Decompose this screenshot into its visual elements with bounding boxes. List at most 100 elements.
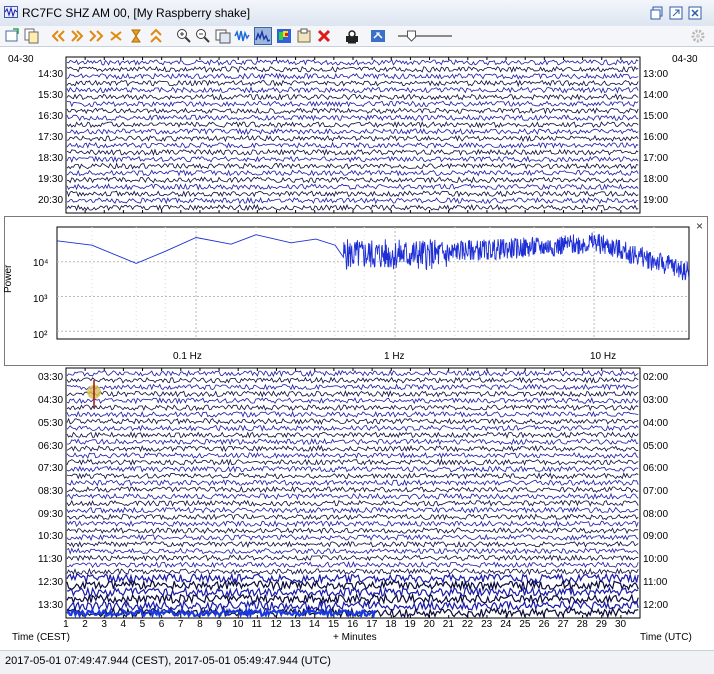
- status-timestamp: 2017-05-01 07:49:47.944 (CEST), 2017-05-…: [5, 655, 331, 667]
- expand-icon[interactable]: [128, 28, 144, 44]
- top-left-time-1830: 18:30: [38, 153, 64, 165]
- psd-xtick-10hz: 10 Hz: [590, 351, 617, 362]
- spectrogram-icon[interactable]: [276, 28, 292, 44]
- top-left-time-2030: 20:30: [38, 195, 64, 207]
- minute-tick-30: 30: [615, 619, 627, 630]
- top-right-time-1300: 13:00: [643, 68, 669, 80]
- bottom-right-time-0400: 04:00: [643, 417, 669, 429]
- bottom-left-time-0630: 06:30: [38, 440, 64, 452]
- bottom-left-time-0430: 04:30: [38, 395, 64, 407]
- new-window-icon[interactable]: [4, 28, 20, 44]
- top-left-time-1530: 15:30: [38, 89, 64, 101]
- minute-tick-21: 21: [442, 619, 454, 630]
- top-left-time-1630: 16:30: [38, 110, 64, 122]
- filter-icon[interactable]: [234, 28, 250, 44]
- bottom-left-time-0330: 03:30: [38, 372, 64, 384]
- bottom-right-time-0700: 07:00: [643, 486, 669, 497]
- export-icon[interactable]: [296, 28, 312, 44]
- bottom-right-time-0600: 06:00: [643, 463, 669, 475]
- minute-tick-20: 20: [423, 619, 435, 630]
- restore-icon[interactable]: [650, 6, 664, 20]
- bottom-right-time-0800: 08:00: [643, 508, 669, 520]
- minute-tick-18: 18: [385, 619, 397, 630]
- psd-ytick-1e3: 10³: [33, 294, 48, 305]
- bottom-left-time-0930: 09:30: [38, 508, 64, 520]
- minute-tick-5: 5: [139, 619, 146, 630]
- time-cest-label: Time (CEST): [12, 632, 70, 643]
- minute-tick-8: 8: [197, 619, 203, 630]
- minute-tick-26: 26: [538, 619, 550, 630]
- top-left-time-1930: 19:30: [38, 174, 64, 186]
- bottom-right-time-1000: 10:00: [643, 554, 669, 566]
- top-date-right: 04-30: [672, 54, 698, 65]
- bottom-right-time-0900: 09:00: [643, 531, 669, 543]
- title-bar: RC7FC SHZ AM 00, [My Raspberry shake]: [0, 0, 714, 27]
- spectrum-icon[interactable]: [254, 27, 272, 45]
- bottom-left-time-0730: 07:30: [38, 463, 64, 475]
- top-right-time-1700: 17:00: [643, 153, 669, 165]
- minute-tick-10: 10: [232, 619, 244, 630]
- next-icon[interactable]: [88, 28, 104, 44]
- bottom-right-time-0300: 03:00: [643, 395, 669, 407]
- bottom-left-time-1130: 11:30: [38, 554, 63, 566]
- top-left-time-1430: 14:30: [38, 68, 64, 80]
- psd-xtick-0.1hz: 0.1 Hz: [173, 351, 202, 362]
- minute-tick-6: 6: [158, 619, 165, 630]
- zoom-out-icon[interactable]: [195, 28, 211, 44]
- top-right-time-1500: 15:00: [643, 110, 669, 122]
- prev-icon[interactable]: [68, 28, 84, 44]
- bottom-left-time-0830: 08:30: [38, 486, 64, 497]
- minute-tick-4: 4: [120, 619, 127, 630]
- minute-tick-3: 3: [101, 619, 107, 630]
- bottom-left-time-0530: 05:30: [38, 417, 64, 429]
- top-date-left: 04-30: [8, 54, 34, 65]
- copy-icon[interactable]: [24, 28, 40, 44]
- minute-tick-11: 11: [251, 619, 262, 630]
- seismogram-app-icon: [4, 6, 18, 18]
- connect-icon[interactable]: [370, 28, 386, 44]
- top-right-time-1600: 16:00: [643, 132, 669, 143]
- minutes-axis-label: + Minutes: [333, 632, 377, 643]
- minute-tick-24: 24: [500, 619, 512, 630]
- seismometer-icon[interactable]: [344, 28, 360, 44]
- minute-tick-12: 12: [270, 619, 282, 630]
- minute-tick-9: 9: [216, 619, 222, 630]
- minute-tick-16: 16: [347, 619, 359, 630]
- bottom-right-time-1100: 11:00: [643, 576, 668, 588]
- seismogram-window: RC7FC SHZ AM 00, [My Raspberry shake] 04…: [0, 0, 714, 674]
- minute-tick-22: 22: [461, 619, 474, 630]
- top-right-time-1800: 18:00: [643, 174, 669, 186]
- psd-ytick-1e2: 10²: [33, 330, 48, 341]
- first-icon[interactable]: [50, 28, 66, 44]
- minute-tick-15: 15: [328, 619, 340, 630]
- bottom-left-time-1030: 10:30: [38, 531, 64, 543]
- time-utc-label: Time (UTC): [640, 632, 692, 643]
- bottom-left-time-1230: 12:30: [38, 576, 64, 588]
- compress-icon[interactable]: [148, 28, 164, 44]
- psd-xtick-1hz: 1 Hz: [384, 351, 405, 362]
- minute-tick-7: 7: [177, 619, 184, 630]
- close-icon[interactable]: [688, 6, 702, 20]
- gain-slider-icon[interactable]: [394, 28, 454, 44]
- minute-tick-13: 13: [289, 619, 301, 630]
- copy-image-icon[interactable]: [215, 28, 231, 44]
- power-spectrum-chart: [56, 226, 690, 340]
- minute-tick-19: 19: [404, 619, 416, 630]
- bottom-right-time-1200: 12:00: [643, 599, 669, 611]
- status-bar: 2017-05-01 07:49:47.944 (CEST), 2017-05-…: [0, 650, 714, 674]
- minute-tick-2: 2: [82, 619, 88, 630]
- clear-icon[interactable]: [316, 28, 332, 44]
- top-left-time-1730: 17:30: [38, 132, 64, 143]
- last-icon[interactable]: [108, 28, 124, 44]
- window-title: RC7FC SHZ AM 00, [My Raspberry shake]: [22, 6, 251, 20]
- minute-tick-27: 27: [557, 619, 569, 630]
- minute-tick-14: 14: [308, 619, 320, 630]
- top-right-time-1400: 14:00: [643, 89, 669, 101]
- bottom-right-time-0500: 05:00: [643, 440, 669, 452]
- zoom-in-icon[interactable]: [176, 28, 192, 44]
- psd-ytick-1e4: 10⁴: [33, 258, 49, 269]
- maximize-icon[interactable]: [669, 6, 683, 20]
- top-right-time-1900: 19:00: [643, 195, 669, 207]
- power-spectrum-panel: × Power 10⁴ 10³ 10² 0.1 Hz 1 Hz 10 Hz: [3, 216, 708, 366]
- settings-gear-icon[interactable]: [690, 28, 706, 44]
